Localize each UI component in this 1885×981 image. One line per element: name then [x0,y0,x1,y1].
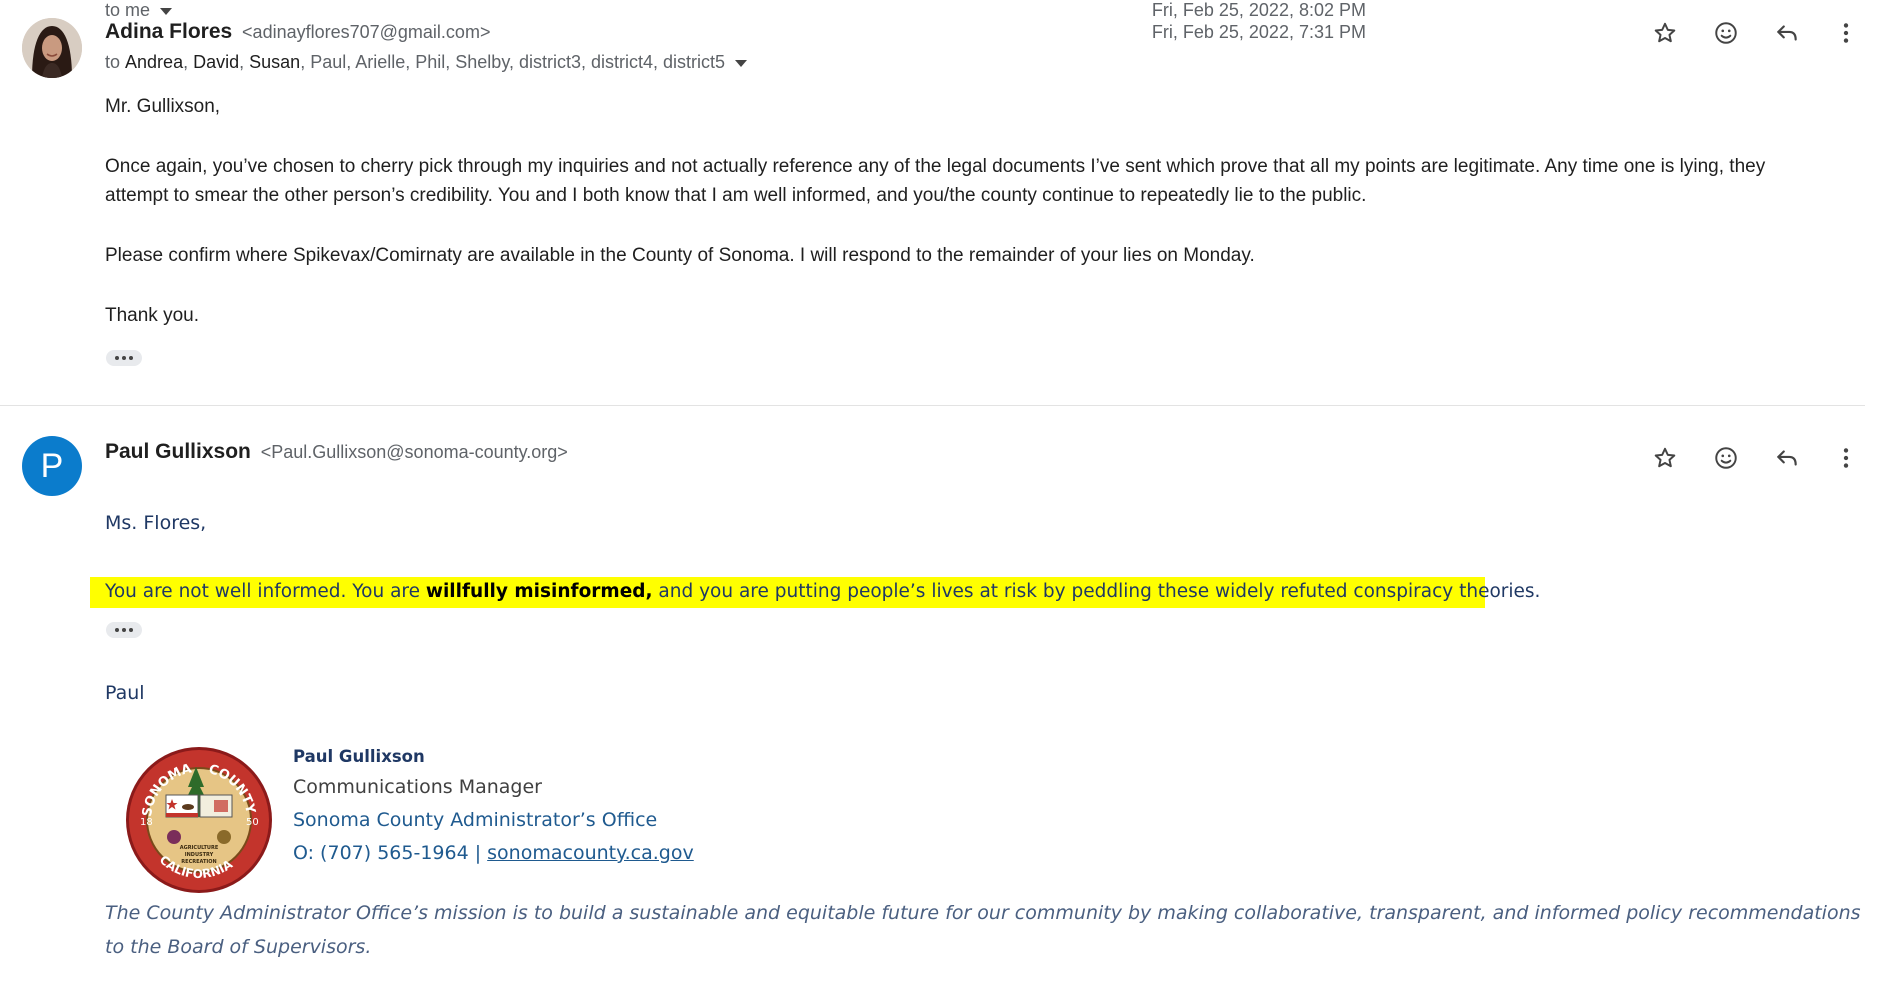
ellipsis-icon [122,356,126,360]
highlight-text-part: You are not well informed. You are [105,581,426,602]
sender-name[interactable]: Adina Flores [105,20,232,43]
to-me-label: to me [105,0,151,20]
ellipsis-icon [115,356,119,360]
highlight-bold-text: willfully misinformed, [425,581,653,602]
message-date: Fri, Feb 25, 2022, 8:02 PM [1151,0,1366,20]
signature-contact: O: (707) 565-1964 | sonomacounty.ca.gov [293,842,694,864]
reply-icon [1777,25,1797,41]
emoji-reaction-button[interactable] [1708,440,1744,476]
ellipsis-icon [129,356,133,360]
svg-text:50: 50 [246,817,259,828]
sender-line: Adina Flores <adinayflores707@gmail.com> [105,20,490,44]
star-button[interactable] [1647,440,1683,476]
mission-statement: The County Administrator Office’s missio… [105,902,1861,958]
recipient-name: David [193,52,240,72]
reply-button[interactable] [1769,440,1805,476]
signature-website-link[interactable]: sonomacounty.ca.gov [487,842,694,864]
ellipsis-icon [129,628,133,632]
star-button[interactable] [1647,15,1683,51]
more-options-button[interactable] [1828,440,1864,476]
svg-text:RECREATION: RECREATION [181,859,216,865]
svg-text:INDUSTRY: INDUSTRY [185,852,214,858]
reply-button[interactable] [1769,15,1805,51]
signature-title: Communications Manager [293,776,542,798]
recipients-line[interactable]: to me [105,0,173,21]
more-vert-icon [1843,448,1849,468]
sender-avatar-photo[interactable] [22,18,82,78]
email-message-2: P Paul Gullixson <Paul.Gullixson@sonoma-… [0,406,1885,981]
recipient-name: Susan [249,52,301,72]
to-label: to [105,52,121,72]
sender-email: <adinayflores707@gmail.com> [242,22,491,42]
recipients-line[interactable]: to Andrea, David, Susan, Paul, Arielle, … [105,52,748,73]
highlighted-paragraph: You are not well informed. You are willf… [105,581,1540,602]
show-trimmed-content-button[interactable] [106,350,142,366]
emoji-icon [1715,22,1737,44]
more-vert-icon [1843,23,1849,43]
star-icon [1654,447,1676,468]
star-icon [1654,22,1676,43]
ellipsis-icon [115,628,119,632]
body-paragraph: Please confirm where Spikevax/Comirnaty … [105,245,1255,266]
svg-text:18: 18 [140,817,153,828]
recipient-name: Andrea [125,52,184,72]
more-options-button[interactable] [1828,15,1864,51]
chevron-down-icon[interactable] [160,8,173,15]
signature-name: Paul Gullixson [293,747,425,766]
county-seal-logo: SONOMA COUNTY CALIFORNIA 18 50 AGRICULTU… [126,747,272,893]
sender-name[interactable]: Paul Gullixson [105,440,251,463]
show-trimmed-content-button[interactable] [106,622,142,638]
email-message-1: Adina Flores <adinayflores707@gmail.com>… [0,0,1885,405]
greeting: Mr. Gullixson, [105,96,221,117]
highlight-text-part: and you are putting people’s lives at ri… [652,581,1541,602]
sign-off: Thank you. [105,305,199,326]
sender-line: Paul Gullixson <Paul.Gullixson@sonoma-co… [105,440,568,464]
chevron-down-icon[interactable] [735,60,748,67]
body-paragraph: Once again, you’ve chosen to cherry pick… [105,156,1766,206]
signature-office: Sonoma County Administrator’s Office [293,809,658,831]
signature-phone: O: (707) 565-1964 | [293,842,488,864]
emoji-icon [1715,447,1737,469]
recipients-rest: Paul, Arielle, Phil, Shelby, district3, … [310,52,726,72]
person-photo-icon [22,18,82,78]
emoji-reaction-button[interactable] [1708,15,1744,51]
svg-text:AGRICULTURE: AGRICULTURE [180,845,219,851]
reply-closing: Paul [105,682,145,704]
sender-email: <Paul.Gullixson@sonoma-county.org> [260,442,568,462]
ellipsis-icon [122,628,126,632]
reply-icon [1777,450,1797,466]
sender-avatar-letter[interactable]: P [22,436,82,496]
reply-greeting: Ms. Flores, [105,512,207,534]
message-date: Fri, Feb 25, 2022, 7:31 PM [1151,22,1366,42]
